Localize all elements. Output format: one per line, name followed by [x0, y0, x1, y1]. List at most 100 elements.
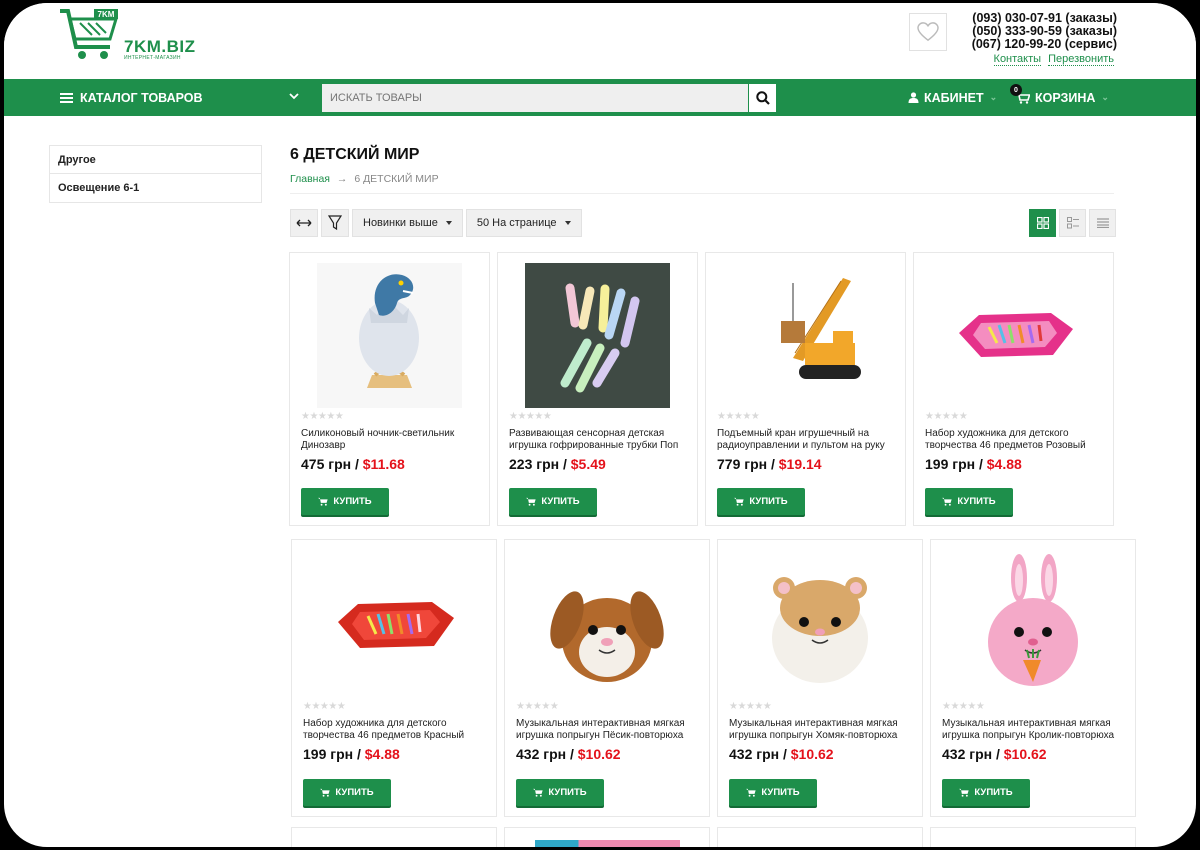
phone-number[interactable]: (067) 120-99-20 (сервис)	[957, 38, 1117, 51]
rating-stars: ★★★★★	[729, 701, 772, 712]
price-uah: 432 грн	[516, 746, 567, 762]
product-card[interactable]: ★★★★★ Музыкальная интерактивная мягкая и…	[930, 539, 1136, 817]
sort-select[interactable]: Новинки выше	[352, 209, 463, 237]
cart-button[interactable]: 0 КОРЗИНА ⌄	[1010, 79, 1109, 116]
price-uah: 432 грн	[729, 746, 780, 762]
product-card[interactable]	[504, 827, 710, 847]
breadcrumb: Главная → 6 ДЕТСКИЙ МИР	[290, 173, 439, 185]
sidebar-item-lighting[interactable]: Освещение 6-1	[50, 174, 261, 202]
product-image[interactable]	[505, 550, 709, 695]
product-card[interactable]	[930, 827, 1136, 847]
cart-icon	[746, 788, 757, 797]
chevron-down-icon: ⌄	[1101, 92, 1109, 102]
price-uah: 475 грн	[301, 456, 352, 472]
toy-crane-image	[733, 263, 878, 408]
filter-icon	[328, 215, 342, 231]
price-uah: 199 грн	[925, 456, 976, 472]
product-image[interactable]	[931, 550, 1135, 695]
compact-view-button[interactable]	[1089, 209, 1116, 237]
chevron-down-icon[interactable]	[289, 92, 299, 103]
search-input[interactable]	[322, 84, 748, 112]
breadcrumb-separator: →	[336, 173, 348, 185]
price-usd: $10.62	[790, 746, 834, 762]
product-card[interactable]: ★★★★★ Набор художника для детского творч…	[291, 539, 497, 817]
buy-button[interactable]: КУПИТЬ	[729, 779, 817, 806]
cabinet-button[interactable]: КАБИНЕТ ⌄	[908, 79, 997, 116]
caret-down-icon	[445, 221, 452, 225]
product-name[interactable]: Музыкальная интерактивная мягкая игрушка…	[942, 718, 1122, 742]
product-card[interactable]: ★★★★★ Силиконовый ночник-светильник Дино…	[289, 252, 490, 526]
chevron-down-icon: ⌄	[989, 92, 998, 102]
product-image[interactable]	[914, 263, 1113, 408]
product-name[interactable]: Набор художника для детского творчества …	[925, 428, 1105, 452]
phone-list: (093) 030-07-91 (заказы) (050) 333-90-59…	[957, 12, 1117, 51]
buy-button[interactable]: КУПИТЬ	[509, 488, 597, 515]
filter-button[interactable]	[321, 209, 349, 237]
logo-tagline: ИНТЕРНЕТ-МАГАЗИН	[124, 55, 181, 61]
browser-viewport: 7KM 7KM.BIZ ИНТЕРНЕТ-МАГАЗИН (093) 030-0…	[3, 2, 1197, 848]
product-card[interactable]: ★★★★★ Набор художника для детского творч…	[913, 252, 1114, 526]
product-image[interactable]	[706, 263, 905, 408]
callback-link[interactable]: Перезвонить	[1048, 53, 1114, 66]
price-uah: 432 грн	[942, 746, 993, 762]
rating-stars: ★★★★★	[301, 411, 344, 422]
wishlist-button[interactable]	[909, 13, 947, 51]
product-name[interactable]: Музыкальная интерактивная мягкая игрушка…	[516, 718, 696, 742]
main-nav: КАТАЛОГ ТОВАРОВ КАБИНЕТ ⌄ 0	[4, 79, 1196, 116]
product-name[interactable]: Музыкальная интерактивная мягкая игрушка…	[729, 718, 909, 742]
per-page-select[interactable]: 50 На странице	[465, 209, 582, 237]
list-view-button[interactable]	[1059, 209, 1086, 237]
buy-button[interactable]: КУПИТЬ	[516, 779, 604, 806]
lines-icon	[1096, 218, 1109, 228]
product-card[interactable]: ★★★★★ Подъемный кран игрушечный на радио…	[705, 252, 906, 526]
user-icon	[908, 92, 919, 103]
product-card[interactable]: ★★★★★ Развивающая сенсорная детская игру…	[497, 252, 698, 526]
product-name[interactable]: Развивающая сенсорная детская игрушка го…	[509, 428, 689, 452]
product-image[interactable]	[718, 550, 922, 695]
cart-icon	[734, 497, 745, 506]
product-card[interactable]: ★★★★★ Музыкальная интерактивная мягкая и…	[504, 539, 710, 817]
breadcrumb-home[interactable]: Главная	[290, 173, 330, 185]
product-image[interactable]	[290, 263, 489, 408]
product-image[interactable]	[535, 840, 680, 847]
buy-button[interactable]: КУПИТЬ	[925, 488, 1013, 515]
product-name[interactable]: Силиконовый ночник-светильник Динозавр	[301, 428, 481, 452]
price-usd: $4.88	[986, 456, 1022, 472]
buy-button[interactable]: КУПИТЬ	[942, 779, 1030, 806]
search-button[interactable]	[748, 84, 776, 112]
price-usd: $19.14	[778, 456, 822, 472]
sidebar-item-other[interactable]: Другое	[50, 146, 261, 174]
cart-icon	[320, 788, 331, 797]
product-image[interactable]	[292, 550, 496, 695]
buy-label: КУПИТЬ	[749, 496, 788, 507]
expand-width-button[interactable]	[290, 209, 318, 237]
listing-toolbar: Новинки выше 50 На странице	[290, 209, 582, 237]
buy-button[interactable]: КУПИТЬ	[717, 488, 805, 515]
buy-label: КУПИТЬ	[541, 496, 580, 507]
buy-button[interactable]: КУПИТЬ	[303, 779, 391, 806]
site-header: 7KM 7KM.BIZ ИНТЕРНЕТ-МАГАЗИН (093) 030-0…	[4, 3, 1196, 81]
price-usd: $11.68	[362, 456, 405, 472]
product-price: 432 грн / $10.62	[942, 746, 1047, 762]
logo-badge: 7KM	[98, 10, 115, 19]
arrows-horizontal-icon	[296, 219, 312, 227]
per-page-label: 50 На странице	[476, 217, 557, 229]
art-set-pink-image	[941, 263, 1086, 408]
product-image[interactable]	[498, 263, 697, 408]
rating-stars: ★★★★★	[717, 411, 760, 422]
breadcrumb-current: 6 ДЕТСКИЙ МИР	[354, 173, 439, 185]
product-card[interactable]	[717, 827, 923, 847]
contacts-link[interactable]: Контакты	[993, 53, 1042, 66]
product-card[interactable]: ★★★★★ Музыкальная интерактивная мягкая и…	[717, 539, 923, 817]
grid-view-button[interactable]	[1029, 209, 1056, 237]
product-name[interactable]: Набор художника для детского творчества …	[303, 718, 483, 742]
product-card[interactable]	[291, 827, 497, 847]
cart-count-badge: 0	[1010, 84, 1022, 96]
buy-label: КУПИТЬ	[335, 787, 374, 798]
catalog-menu-button[interactable]: КАТАЛОГ ТОВАРОВ	[60, 79, 203, 116]
site-logo[interactable]: 7KM 7KM.BIZ ИНТЕРНЕТ-МАГАЗИН	[58, 7, 208, 67]
price-uah: 223 грн	[509, 456, 560, 472]
pop-tubes-image	[525, 263, 670, 408]
buy-button[interactable]: КУПИТЬ	[301, 488, 389, 515]
product-name[interactable]: Подъемный кран игрушечный на радиоуправл…	[717, 428, 897, 452]
